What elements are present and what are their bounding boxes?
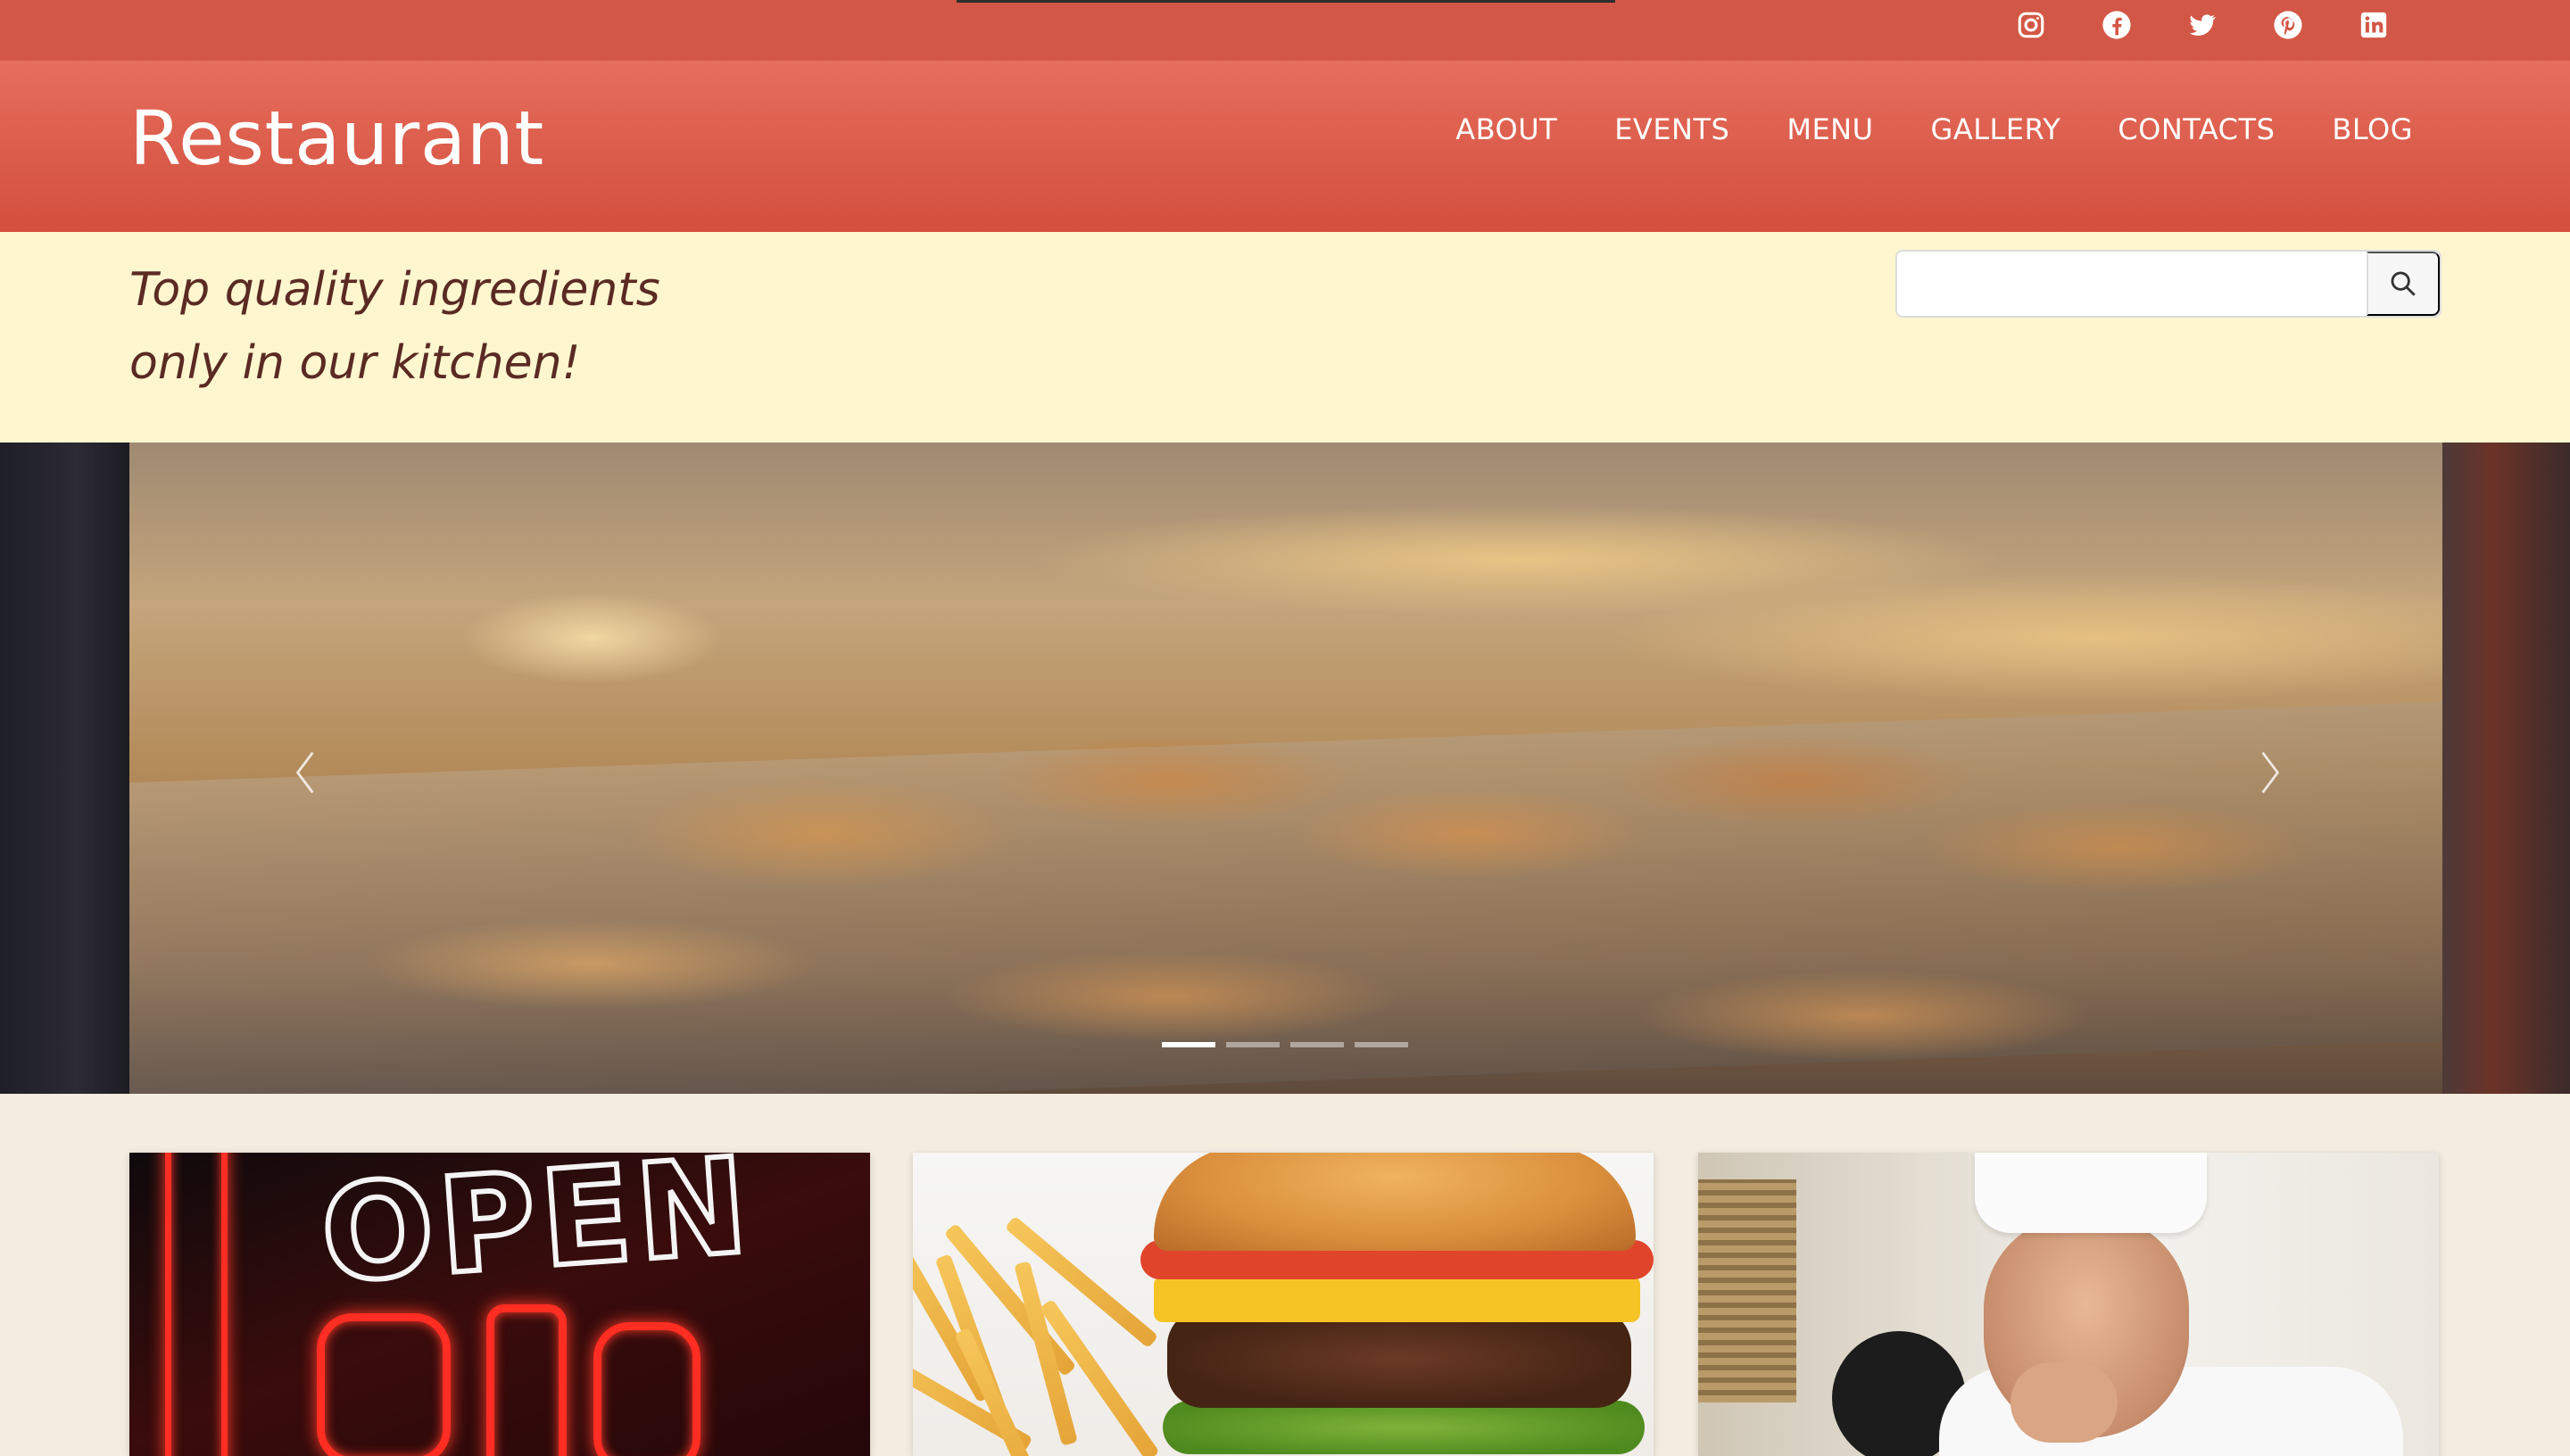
- slider-indicator-2[interactable]: [1226, 1042, 1280, 1047]
- tagline-line-2: only in our kitchen!: [129, 336, 581, 390]
- chef-hand: [2010, 1362, 2118, 1443]
- kitchen-basket: [1698, 1179, 1796, 1402]
- search-form: [1895, 250, 2442, 318]
- social-links: [1988, 0, 2417, 50]
- card-open-sign[interactable]: OPEN: [129, 1153, 870, 1456]
- slider-indicators: [1162, 1042, 1408, 1047]
- neon-tube: [486, 1304, 567, 1456]
- fry: [1014, 1261, 1078, 1446]
- tagline: Top quality ingredients only in our kitc…: [129, 253, 808, 400]
- burger-cheese: [1154, 1276, 1640, 1322]
- nav-contacts[interactable]: CONTACTS: [2118, 112, 2275, 146]
- nav-about[interactable]: ABOUT: [1455, 112, 1557, 146]
- pinterest-icon[interactable]: [2245, 0, 2331, 50]
- tagline-line-1: Top quality ingredients: [129, 263, 660, 317]
- main-nav: ABOUT EVENTS MENU GALLERY CONTACTS BLOG: [1455, 112, 2413, 146]
- top-bar: [0, 0, 2570, 61]
- neon-open-sign: OPEN: [314, 1153, 760, 1315]
- neon-tube: [165, 1153, 228, 1456]
- nav-gallery[interactable]: GALLERY: [1931, 112, 2061, 146]
- burger-lettuce: [1163, 1401, 1645, 1454]
- slide-image-pastries: [129, 443, 2442, 1094]
- fries-image: [913, 1153, 1181, 1456]
- linkedin-icon[interactable]: [2331, 0, 2417, 50]
- search-icon: [2391, 271, 2416, 296]
- chef-hat: [1975, 1153, 2207, 1233]
- chevron-right-icon: [2261, 751, 2280, 794]
- feature-cards: OPEN: [129, 1153, 2442, 1456]
- search-button[interactable]: [2367, 252, 2440, 316]
- burger-bun: [1154, 1153, 1636, 1251]
- card-burger[interactable]: [913, 1153, 1654, 1456]
- top-divider: [957, 0, 1615, 3]
- hero-slider: [0, 443, 2570, 1094]
- nav-menu[interactable]: MENU: [1787, 112, 1873, 146]
- search-input[interactable]: [1897, 252, 2367, 316]
- instagram-icon[interactable]: [1988, 0, 2074, 50]
- twitter-icon[interactable]: [2160, 0, 2245, 50]
- burger-patty: [1167, 1310, 1631, 1408]
- slider-indicator-3[interactable]: [1290, 1042, 1344, 1047]
- facebook-icon[interactable]: [2074, 0, 2160, 50]
- neon-tube: [317, 1313, 451, 1456]
- site-logo[interactable]: Restaurant: [129, 95, 544, 182]
- site-header: Restaurant ABOUT EVENTS MENU GALLERY CON…: [0, 61, 2570, 232]
- fry: [954, 1328, 1049, 1456]
- slider-indicator-4[interactable]: [1355, 1042, 1408, 1047]
- card-chef[interactable]: [1698, 1153, 2439, 1456]
- nav-blog[interactable]: BLOG: [2332, 112, 2413, 146]
- slider-prev-button[interactable]: [287, 746, 323, 799]
- slider-indicator-1[interactable]: [1162, 1042, 1215, 1047]
- nav-events[interactable]: EVENTS: [1614, 112, 1729, 146]
- slider-next-button[interactable]: [2252, 746, 2288, 799]
- chevron-left-icon: [295, 751, 314, 794]
- slide-tray: [129, 700, 2442, 1094]
- tagline-band: Top quality ingredients only in our kitc…: [0, 232, 2570, 443]
- neon-tube: [593, 1322, 701, 1456]
